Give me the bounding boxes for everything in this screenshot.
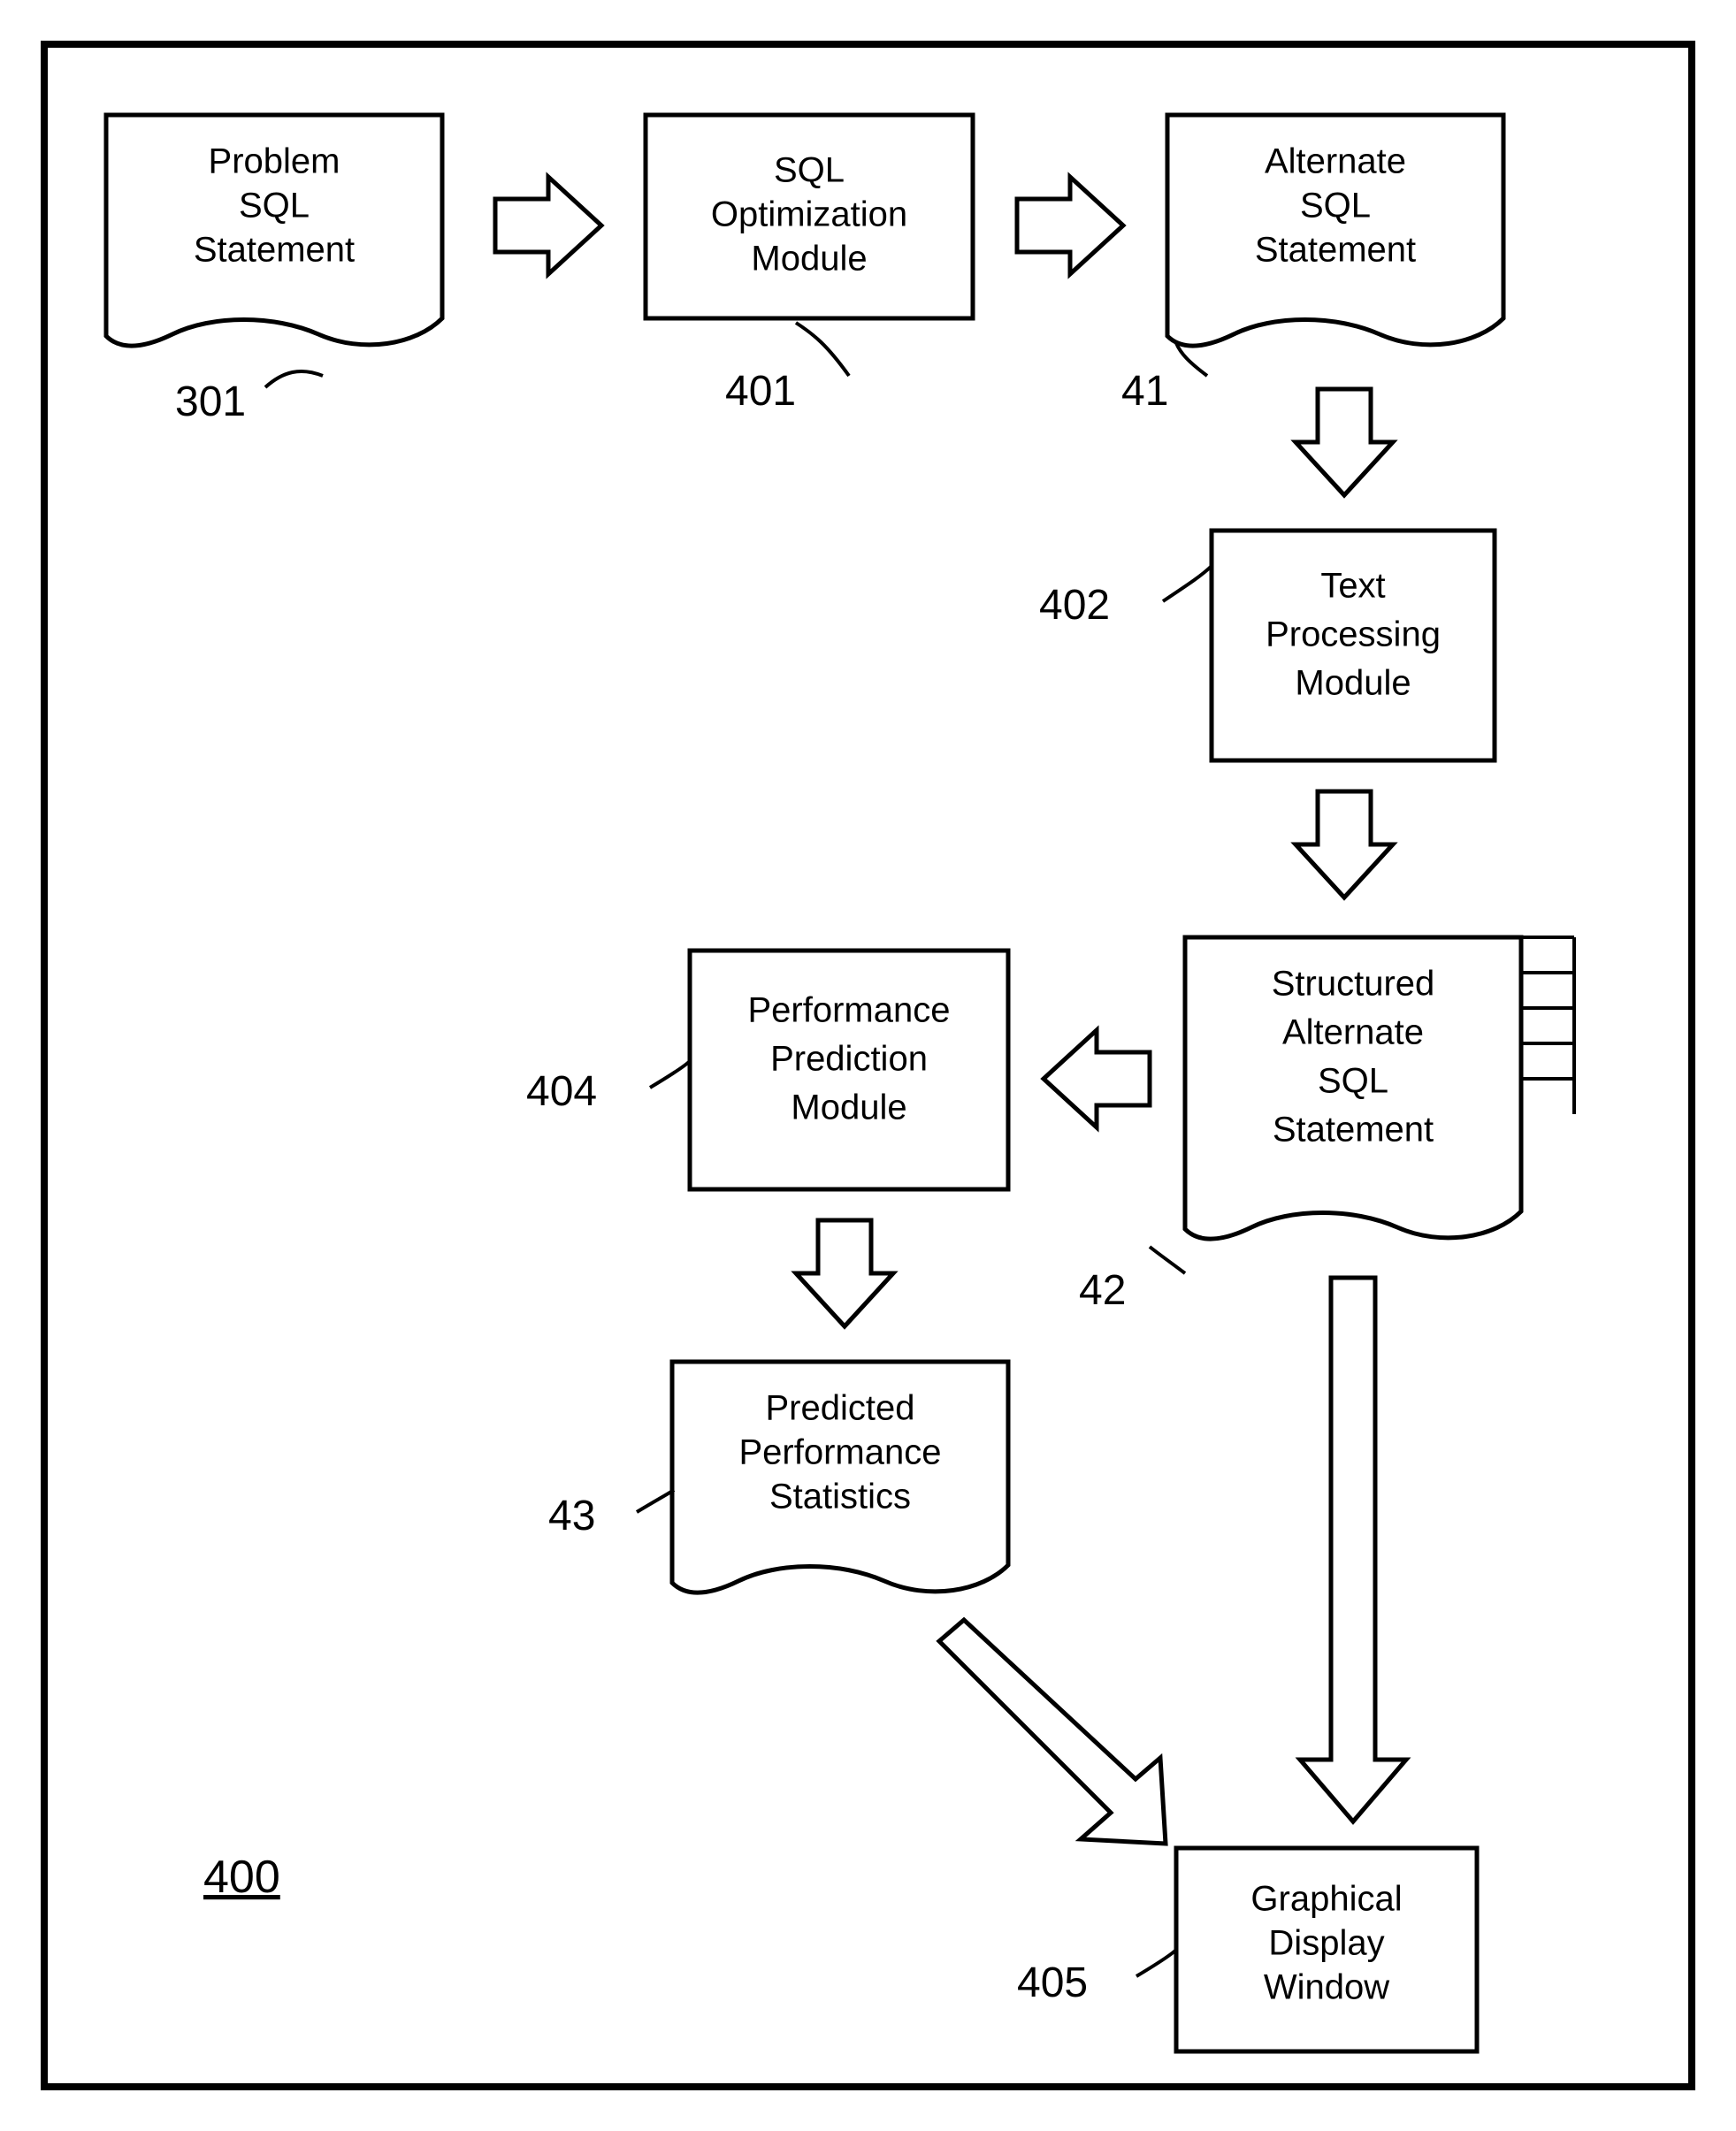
node-predstats-line2: Performance — [739, 1433, 942, 1472]
arrow-alternate-to-textproc — [1296, 389, 1393, 495]
node-optimize-line2: Optimization — [711, 195, 907, 234]
node-structured-alt-sql: Structured Alternate SQL Statement — [1185, 937, 1574, 1239]
node-structured-line4: Statement — [1273, 1111, 1434, 1150]
node-optimize-line1: SQL — [774, 151, 845, 190]
arrow-structured-to-display — [1300, 1278, 1406, 1822]
leader-405 — [1136, 1950, 1176, 1976]
node-predstats-line1: Predicted — [766, 1389, 915, 1428]
node-structured-line1: Structured — [1272, 965, 1435, 1004]
ref-405: 405 — [1017, 1959, 1088, 2006]
flow-diagram: Problem SQL Statement 301 SQL Optimizati… — [0, 0, 1736, 2131]
arrow-textproc-to-structured — [1296, 791, 1393, 897]
node-optimize-line3: Module — [751, 240, 867, 279]
node-alternate-line2: SQL — [1300, 187, 1371, 225]
leader-402 — [1163, 566, 1212, 601]
node-alternate-sql: Alternate SQL Statement — [1167, 115, 1503, 346]
node-predstats-line3: Statistics — [769, 1478, 911, 1516]
leader-401 — [796, 323, 849, 376]
ref-404: 404 — [526, 1068, 597, 1115]
arrow-structured-to-perfpred — [1044, 1030, 1150, 1127]
ref-42: 42 — [1079, 1267, 1126, 1314]
node-problem-line3: Statement — [194, 231, 355, 270]
node-textproc-line2: Processing — [1266, 615, 1441, 654]
arrow-perfpred-to-predstats — [796, 1220, 893, 1326]
node-sql-optimization: SQL Optimization Module — [646, 115, 973, 318]
node-structured-line2: Alternate — [1282, 1013, 1424, 1052]
node-graphical-display: Graphical Display Window — [1176, 1848, 1477, 2051]
leader-301 — [265, 371, 323, 387]
node-display-line1: Graphical — [1250, 1880, 1402, 1919]
arrow-problem-to-optimize — [495, 177, 601, 274]
node-alternate-line1: Alternate — [1265, 142, 1406, 181]
node-structured-line3: SQL — [1318, 1062, 1388, 1101]
leader-42 — [1150, 1247, 1185, 1273]
leader-43 — [637, 1490, 674, 1512]
node-textproc-line1: Text — [1320, 567, 1385, 606]
ref-401: 401 — [725, 368, 796, 415]
node-problem-line2: SQL — [239, 187, 310, 225]
arrow-optimize-to-alternate — [1017, 177, 1123, 274]
node-perfpred-line3: Module — [791, 1088, 906, 1127]
ref-43: 43 — [548, 1493, 595, 1539]
node-display-line3: Window — [1264, 1968, 1389, 2007]
arrow-predstats-to-display — [939, 1620, 1166, 1844]
node-textproc-line3: Module — [1295, 664, 1411, 703]
node-perfpred-line2: Prediction — [770, 1040, 928, 1079]
ref-402: 402 — [1039, 582, 1110, 629]
node-perfpred-line1: Performance — [748, 991, 951, 1030]
leader-404 — [650, 1061, 690, 1088]
node-problem-sql: Problem SQL Statement — [106, 115, 442, 346]
node-predicted-stats: Predicted Performance Statistics — [672, 1362, 1008, 1593]
ref-301: 301 — [175, 378, 246, 425]
node-display-line2: Display — [1268, 1924, 1384, 1963]
node-alternate-line3: Statement — [1255, 231, 1416, 270]
node-perf-prediction: Performance Prediction Module — [690, 951, 1008, 1189]
figure-label: 400 — [203, 1852, 280, 1903]
node-problem-line1: Problem — [209, 142, 340, 181]
node-text-processing: Text Processing Module — [1212, 531, 1495, 760]
ref-41: 41 — [1121, 368, 1168, 415]
